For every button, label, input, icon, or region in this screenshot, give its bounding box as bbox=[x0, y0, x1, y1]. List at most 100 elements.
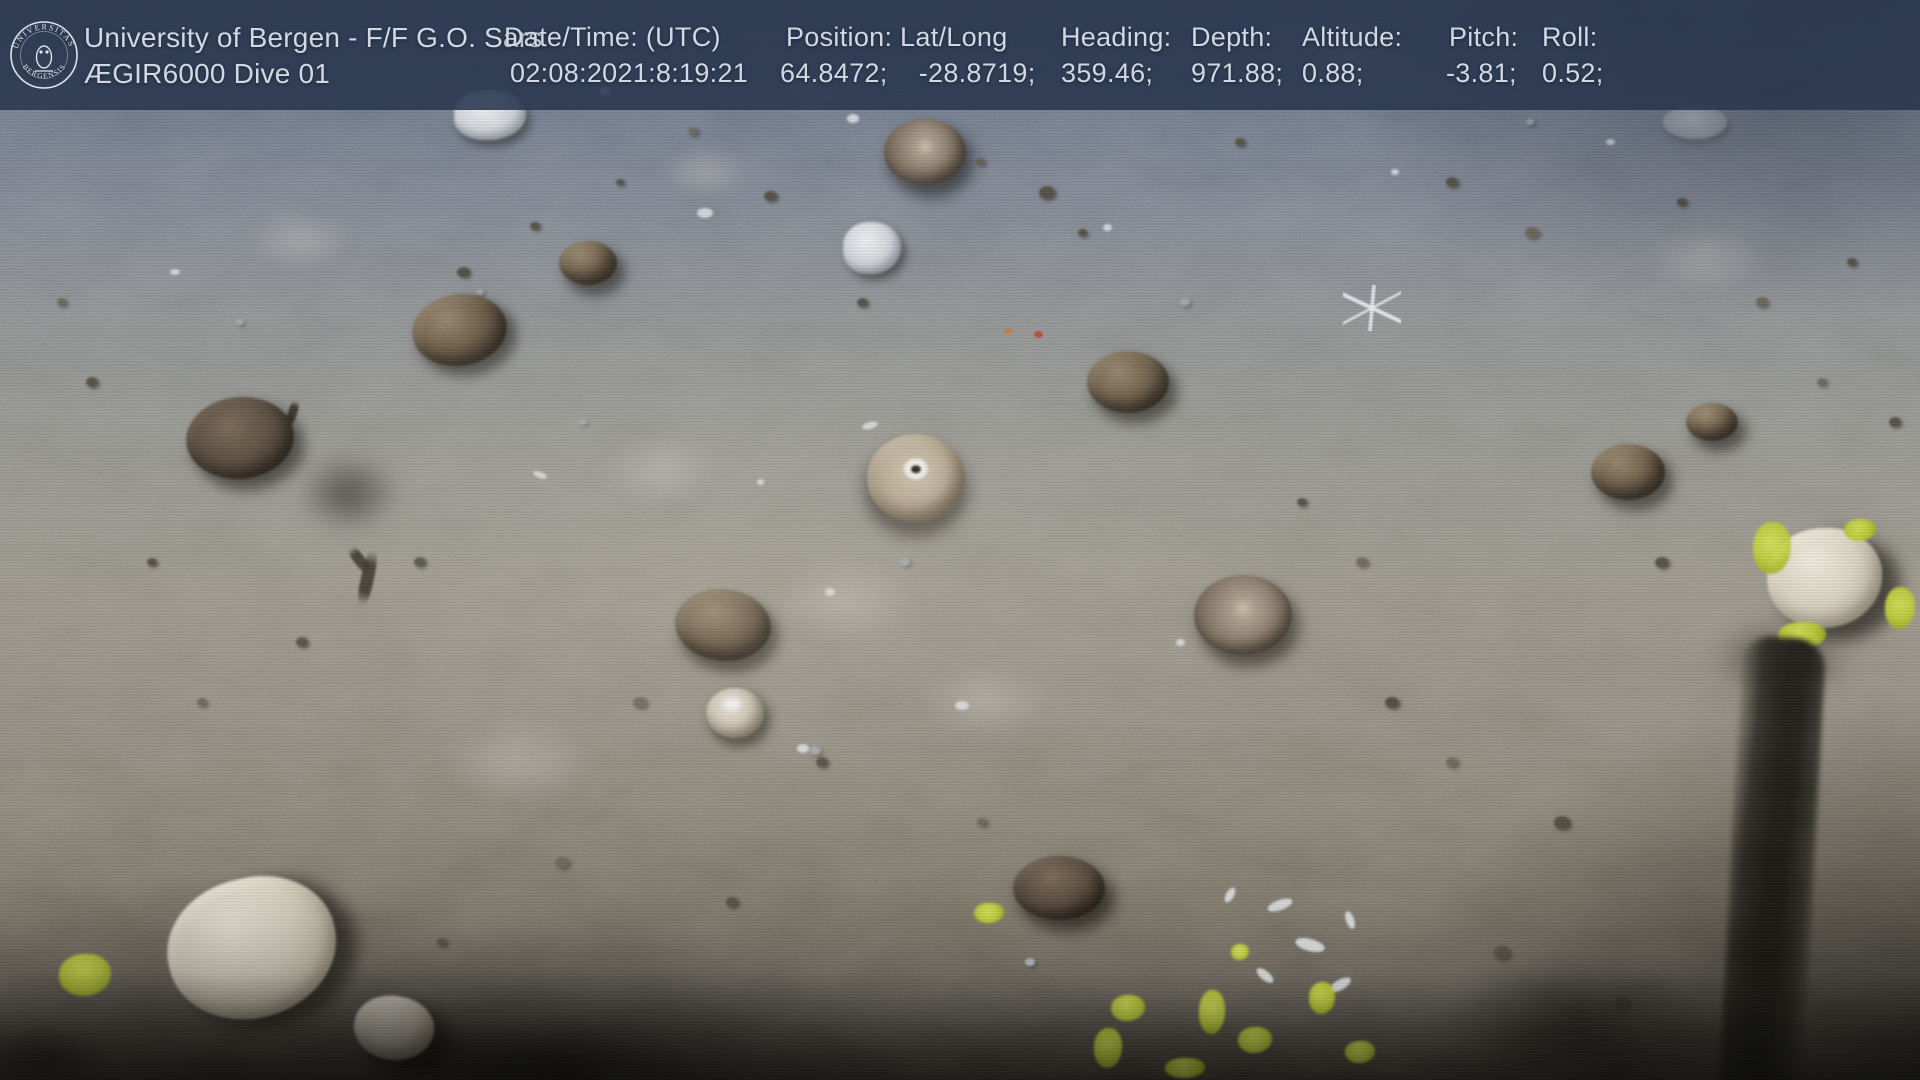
seafloor-rock bbox=[843, 222, 901, 274]
white-speck bbox=[1254, 965, 1275, 985]
seafloor-nodule bbox=[884, 119, 966, 185]
hud-field-label: Pitch: bbox=[1449, 22, 1518, 53]
pebble bbox=[457, 267, 470, 277]
university-of-bergen-seal-logo: UNIVERSITAS BERGENSIS bbox=[8, 19, 80, 91]
sediment-light-patch bbox=[920, 663, 1050, 738]
hud-field-value: -3.81; bbox=[1446, 58, 1517, 89]
seafloor-nodule bbox=[706, 688, 764, 738]
sediment-light-patch bbox=[658, 145, 753, 200]
algae-patch bbox=[1238, 1027, 1272, 1053]
sediment-light-patch bbox=[765, 558, 915, 643]
pebble bbox=[1525, 227, 1539, 238]
hud-title-line2: ÆGIR6000 Dive 01 bbox=[84, 58, 330, 90]
pebble bbox=[57, 298, 67, 306]
algae-patch bbox=[1844, 519, 1876, 541]
pebble bbox=[296, 637, 308, 647]
algae-patch bbox=[1345, 1041, 1375, 1063]
nodule-white-spot bbox=[903, 459, 928, 480]
pebble bbox=[1446, 757, 1458, 767]
pebble bbox=[1356, 557, 1368, 567]
white-speck bbox=[1223, 886, 1238, 904]
pebble bbox=[616, 179, 624, 185]
hud-field-value: 0.88; bbox=[1302, 58, 1364, 89]
white-speck bbox=[1606, 139, 1615, 145]
pebble bbox=[816, 757, 828, 767]
hud-field-value: 0.52; bbox=[1542, 58, 1604, 89]
white-speck bbox=[847, 114, 859, 123]
algae-patch bbox=[1231, 944, 1249, 960]
pebble bbox=[1235, 138, 1245, 146]
pebble bbox=[1817, 378, 1827, 386]
hud-field-label: Roll: bbox=[1542, 22, 1598, 53]
white-speck bbox=[757, 479, 764, 485]
seafloor-scene bbox=[0, 0, 1920, 1080]
brittle-star bbox=[1343, 285, 1401, 331]
white-speck bbox=[532, 470, 547, 480]
pebble bbox=[86, 377, 98, 387]
pebble bbox=[977, 818, 987, 826]
pebble bbox=[1554, 816, 1570, 829]
seafloor-shadow bbox=[293, 450, 403, 535]
manipulator-shadow bbox=[1718, 635, 1826, 1080]
algae-patch bbox=[1309, 982, 1335, 1014]
rov-video-frame: UNIVERSITAS BERGENSIS University of Berg… bbox=[0, 0, 1920, 1080]
pebble bbox=[688, 127, 698, 135]
seafloor-shadow bbox=[0, 1025, 110, 1080]
pebble bbox=[1756, 297, 1768, 307]
pebble bbox=[1526, 119, 1534, 125]
hud-title-line1: University of Bergen - F/F G.O. Sars bbox=[84, 22, 542, 54]
pebble bbox=[236, 319, 244, 325]
seafloor-shadow bbox=[1445, 955, 1725, 1080]
algae-patch bbox=[59, 954, 111, 996]
pebble bbox=[1677, 198, 1687, 206]
sediment-light-patch bbox=[440, 715, 600, 805]
pebble bbox=[726, 897, 738, 907]
pebble bbox=[414, 557, 426, 567]
pebble bbox=[555, 857, 569, 868]
algae-patch bbox=[1199, 990, 1225, 1034]
telemetry-overlay-bar: UNIVERSITAS BERGENSIS University of Berg… bbox=[0, 0, 1920, 110]
hud-field-value: 971.88; bbox=[1191, 58, 1283, 89]
white-speck bbox=[697, 208, 713, 218]
pebble bbox=[857, 298, 868, 307]
pebble bbox=[1025, 958, 1035, 966]
algae-patch bbox=[1165, 1058, 1205, 1078]
pebble bbox=[1655, 557, 1669, 568]
white-speck bbox=[797, 744, 809, 753]
pebble bbox=[1297, 498, 1307, 506]
pebble bbox=[197, 698, 207, 706]
pebble bbox=[1385, 697, 1399, 708]
pebble bbox=[900, 558, 910, 566]
sediment-light-patch bbox=[1645, 223, 1765, 293]
seafloor-nodule bbox=[559, 241, 617, 285]
hud-field-label: Heading: bbox=[1061, 22, 1171, 53]
pebble bbox=[1494, 946, 1510, 959]
white-speck bbox=[1266, 896, 1294, 914]
algae-patch bbox=[1111, 995, 1145, 1021]
hud-field-value: 02:08:2021:8:19:21 bbox=[510, 58, 748, 89]
pebble bbox=[530, 222, 540, 230]
owl-icon bbox=[35, 46, 53, 71]
hud-field-label: Date/Time: (UTC) bbox=[504, 22, 721, 53]
algae-patch bbox=[974, 903, 1004, 923]
white-speck bbox=[825, 588, 835, 596]
organism-speck bbox=[1004, 328, 1012, 334]
pebble bbox=[976, 158, 985, 165]
seafloor-nodule bbox=[1686, 403, 1738, 441]
pebble bbox=[1180, 298, 1190, 306]
seafloor-nodule bbox=[183, 392, 298, 483]
hud-field-label: Depth: bbox=[1191, 22, 1272, 53]
hud-field-value: 64.8472; -28.8719; bbox=[780, 58, 1036, 89]
white-speck bbox=[955, 701, 969, 710]
organism-speck bbox=[1034, 331, 1043, 338]
sediment-light-patch bbox=[600, 435, 720, 505]
seafloor-nodule bbox=[867, 434, 965, 522]
white-speck bbox=[1343, 910, 1357, 930]
seafloor-nodule bbox=[1087, 351, 1169, 413]
pebble bbox=[579, 419, 587, 425]
pebble bbox=[810, 746, 821, 755]
white-speck bbox=[1103, 224, 1112, 231]
seafloor-nodule bbox=[1013, 856, 1105, 920]
pebble bbox=[1078, 229, 1087, 236]
pebble bbox=[633, 697, 647, 708]
